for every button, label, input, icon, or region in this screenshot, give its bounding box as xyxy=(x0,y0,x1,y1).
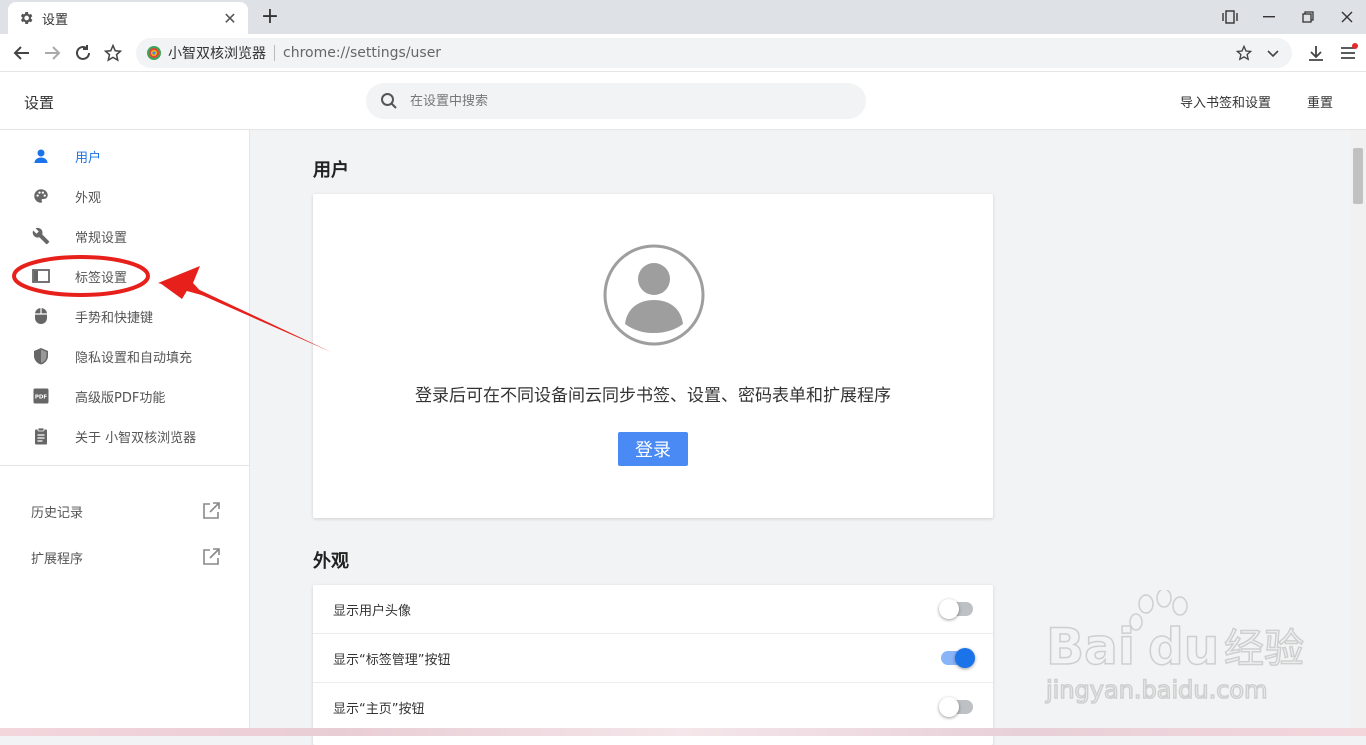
chevron-down-icon[interactable] xyxy=(1266,46,1280,60)
address-bar[interactable]: 小智双核浏览器 chrome://settings/user xyxy=(136,38,1292,68)
settings-header: 设置 导入书签和设置 重置 xyxy=(0,72,1366,130)
show-avatar-toggle[interactable] xyxy=(939,599,973,619)
settings-tab[interactable]: 设置 ✕ xyxy=(8,2,248,34)
wrench-icon xyxy=(32,227,50,245)
sidebar-item-privacy[interactable]: 隐私设置和自动填充 xyxy=(0,336,250,376)
sidebar-link-history[interactable]: 历史记录 xyxy=(0,491,250,531)
sidebar-link-label: 历史记录 xyxy=(31,505,84,521)
sidebar-item-appearance[interactable]: 外观 xyxy=(0,176,250,216)
external-link-icon xyxy=(203,502,220,519)
setting-label: 显示“标签管理”按钮 xyxy=(333,652,451,668)
menu-icon[interactable] xyxy=(1334,39,1362,67)
watermark-brand: Bai xyxy=(1046,618,1135,676)
search-input[interactable] xyxy=(410,93,830,109)
star-icon[interactable] xyxy=(1236,45,1252,61)
palette-icon xyxy=(32,187,50,205)
search-icon xyxy=(381,93,397,109)
forward-button[interactable] xyxy=(40,41,64,65)
user-section-title: 用户 xyxy=(313,160,349,181)
clipboard-icon xyxy=(32,427,50,445)
sync-description: 登录后可在不同设备间云同步书签、设置、密码表单和扩展程序 xyxy=(415,386,891,406)
tab-manager-toggle[interactable] xyxy=(941,648,975,668)
sidebar-item-label: 常规设置 xyxy=(75,230,128,246)
baidu-watermark: Bai du 经验 jingyan.baidu.com xyxy=(1044,590,1305,705)
shield-icon xyxy=(32,347,50,365)
address-url[interactable]: chrome://settings/user xyxy=(283,45,441,61)
user-card: 登录后可在不同设备间云同步书签、设置、密码表单和扩展程序 登录 xyxy=(313,194,993,518)
watermark-url: jingyan.baidu.com xyxy=(1045,676,1267,704)
sidebar-item-pdf[interactable]: PDF 高级版PDF功能 xyxy=(0,376,250,416)
title-bar: 设置 ✕ + xyxy=(0,0,1366,34)
minimize-button[interactable] xyxy=(1249,0,1288,34)
new-tab-button[interactable]: + xyxy=(258,6,282,30)
setting-label: 显示“主页”按钮 xyxy=(333,701,425,717)
avatar-icon xyxy=(603,244,705,346)
gear-icon xyxy=(20,12,33,24)
sidebar-item-general[interactable]: 常规设置 xyxy=(0,216,250,256)
sidebar-item-gestures[interactable]: 手势和快捷键 xyxy=(0,296,250,336)
sidebar-item-label: 手势和快捷键 xyxy=(75,310,154,326)
sidebar-item-label: 用户 xyxy=(75,150,102,166)
sidebar-item-label: 高级版PDF功能 xyxy=(75,390,166,406)
page-title: 设置 xyxy=(24,94,55,112)
sidebar-item-label: 外观 xyxy=(75,190,102,206)
back-button[interactable] xyxy=(10,41,34,65)
browser-toolbar: 小智双核浏览器 chrome://settings/user xyxy=(0,34,1366,72)
login-button[interactable]: 登录 xyxy=(618,432,688,466)
close-icon[interactable]: ✕ xyxy=(222,9,238,28)
watermark-cn: 经验 xyxy=(1224,626,1304,672)
external-link-icon xyxy=(203,548,220,565)
bookmark-star-icon[interactable] xyxy=(101,41,125,65)
page-scrollbar[interactable] xyxy=(1350,130,1366,736)
address-separator xyxy=(274,45,275,61)
download-icon[interactable] xyxy=(1302,39,1330,67)
person-icon xyxy=(32,147,50,165)
pdf-icon: PDF xyxy=(32,387,50,405)
sidebar-item-user[interactable]: 用户 xyxy=(0,136,250,176)
import-bookmarks-link[interactable]: 导入书签和设置 xyxy=(1180,92,1271,111)
sidebar-item-about[interactable]: 关于 小智双核浏览器 xyxy=(0,416,250,456)
appearance-card: 显示用户头像 显示“标签管理”按钮 显示“主页”按钮 xyxy=(313,585,993,745)
sidebar-item-label: 关于 小智双核浏览器 xyxy=(75,430,197,446)
notification-dot xyxy=(1352,43,1358,49)
svg-text:PDF: PDF xyxy=(35,395,48,401)
tab-title: 设置 xyxy=(42,12,69,28)
tab-icon xyxy=(32,267,50,285)
setting-row-home-button: 显示“主页”按钮 xyxy=(313,683,993,732)
appearance-section-title: 外观 xyxy=(313,551,349,572)
browser-brand: 小智双核浏览器 xyxy=(168,46,266,62)
restore-button[interactable] xyxy=(1288,0,1327,34)
browser-logo-icon xyxy=(147,46,161,60)
sidebar-item-label: 隐私设置和自动填充 xyxy=(75,350,193,366)
settings-search[interactable] xyxy=(366,83,866,119)
tab-list-icon[interactable] xyxy=(1210,0,1249,34)
reset-link[interactable]: 重置 xyxy=(1307,92,1333,111)
taskbar-strip xyxy=(0,728,1366,736)
mouse-icon xyxy=(32,307,50,325)
sidebar-item-tabs[interactable]: 标签设置 xyxy=(0,256,250,296)
sidebar-divider xyxy=(0,465,250,466)
close-window-button[interactable] xyxy=(1327,0,1366,34)
settings-sidebar: 用户 外观 常规设置 标签设置 手势和快捷键 隐私设置和自动填充 PDF 高级版… xyxy=(0,130,250,736)
sidebar-item-label: 标签设置 xyxy=(75,270,128,286)
reload-button[interactable] xyxy=(71,41,95,65)
scrollbar-thumb[interactable] xyxy=(1353,148,1363,204)
setting-row-show-avatar: 显示用户头像 xyxy=(313,585,993,634)
home-button-toggle[interactable] xyxy=(939,697,973,717)
watermark-brand2: du xyxy=(1148,618,1219,676)
setting-label: 显示用户头像 xyxy=(333,603,412,619)
sidebar-link-label: 扩展程序 xyxy=(31,551,84,567)
setting-row-tab-manager: 显示“标签管理”按钮 xyxy=(313,634,993,683)
sidebar-link-extensions[interactable]: 扩展程序 xyxy=(0,537,250,577)
